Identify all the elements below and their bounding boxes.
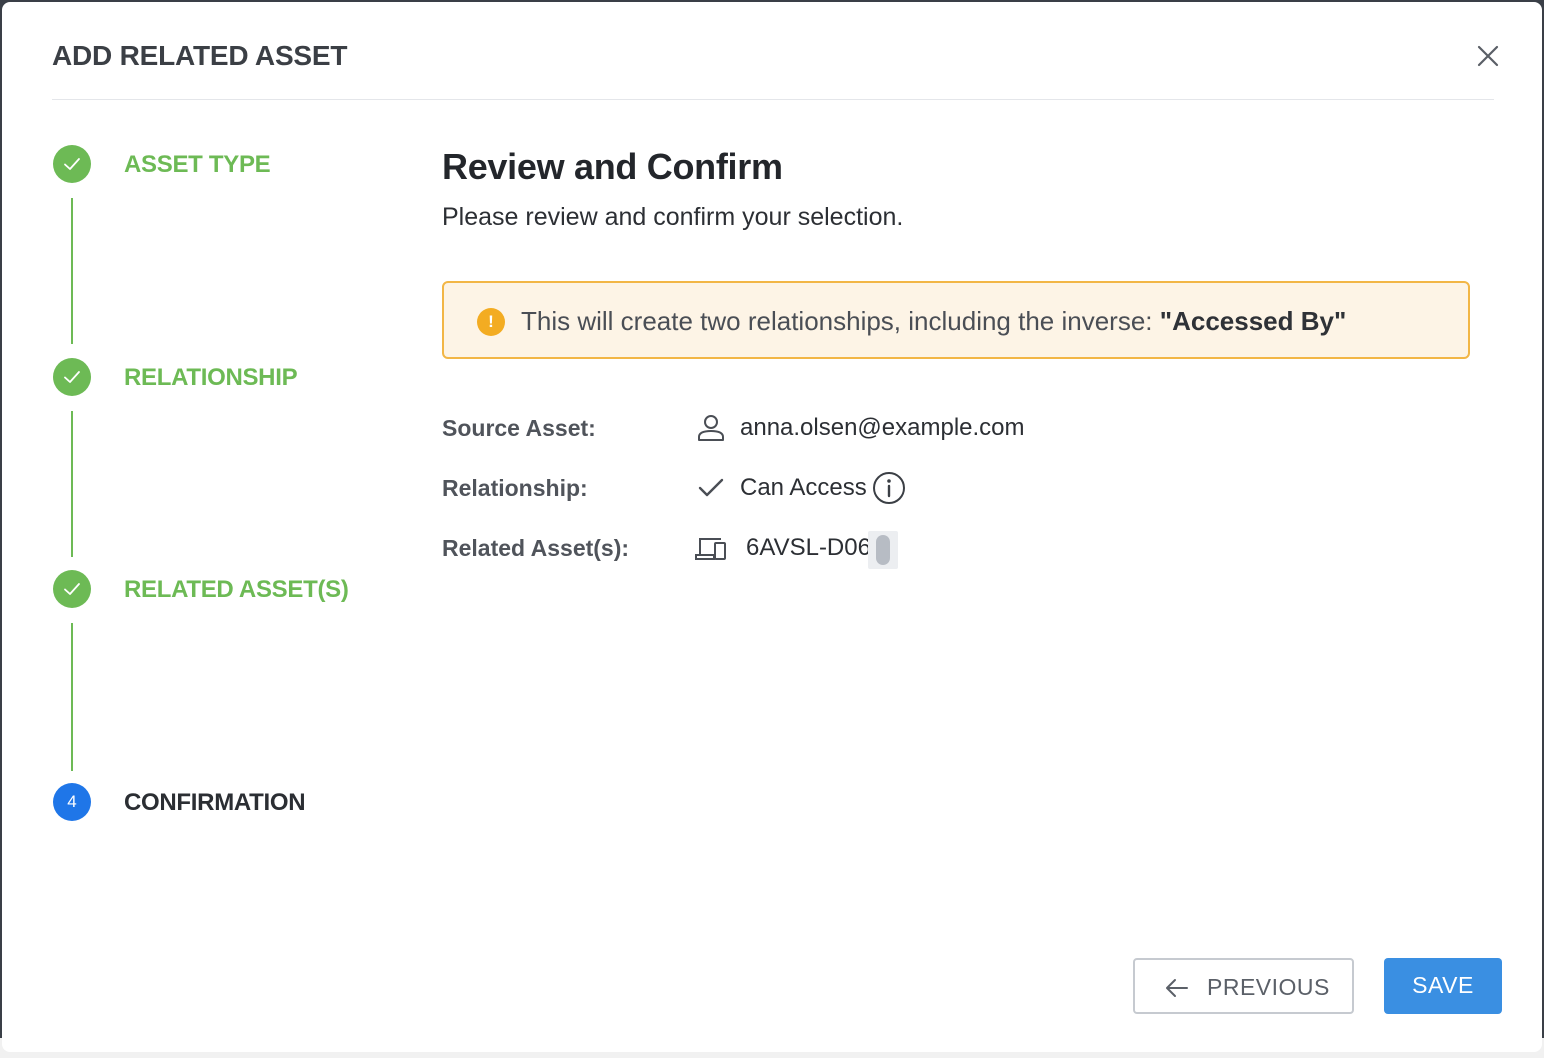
related-assets-row: Related Asset(s): 6AVSL-D06 [442, 529, 1472, 569]
arrow-left-icon [1166, 979, 1188, 997]
step-label: RELATIONSHIP [124, 364, 298, 391]
alert-text: This will create two relationships, incl… [521, 306, 1160, 336]
checkmark-icon [64, 158, 80, 170]
check-icon [698, 478, 724, 497]
user-icon [698, 415, 724, 441]
step-number-badge: 4 [53, 783, 91, 821]
step-connector [71, 411, 73, 557]
relationship-value: Can Access [740, 474, 867, 501]
checkmark-icon [64, 371, 80, 383]
detail-label: Source Asset: [442, 415, 596, 441]
step-complete-icon [53, 570, 91, 608]
wizard-stepper: ASSET TYPE RELATIONSHIP RELATED ASSET(S)… [52, 142, 392, 842]
step-complete-icon [53, 358, 91, 396]
dialog-title: ADD RELATED ASSET [52, 40, 348, 71]
detail-label: Related Asset(s): [442, 535, 630, 561]
source-asset-row: Source Asset: anna.olsen@example.com [442, 409, 1472, 449]
close-icon [1477, 45, 1499, 67]
alert-emphasis: "Accessed By" [1159, 306, 1347, 336]
info-icon[interactable] [872, 471, 906, 505]
detail-label: Relationship: [442, 475, 588, 501]
step-asset-type[interactable]: ASSET TYPE [52, 142, 392, 186]
panel-subtitle: Please review and confirm your selection… [442, 203, 904, 231]
panel-title: Review and Confirm [442, 146, 783, 187]
step-label: CONFIRMATION [124, 789, 306, 816]
alert-message: This will create two relationships, incl… [521, 306, 1346, 337]
related-asset-value: 6AVSL-D06 [746, 534, 871, 561]
step-related-assets[interactable]: RELATED ASSET(S) [52, 567, 392, 611]
dialog-header: ADD RELATED ASSET [52, 2, 1499, 100]
close-button[interactable] [1476, 44, 1500, 68]
save-button[interactable]: SAVE [1384, 958, 1502, 1014]
step-label: ASSET TYPE [124, 151, 271, 178]
step-relationship[interactable]: RELATIONSHIP [52, 355, 392, 399]
add-related-asset-dialog: ADD RELATED ASSET ASSET TYPE RELATIONSHI… [2, 2, 1542, 1052]
inverse-relationship-alert: ! This will create two relationships, in… [442, 281, 1470, 359]
devices-icon [695, 538, 726, 560]
step-complete-icon [53, 145, 91, 183]
scroll-thumb[interactable] [876, 535, 890, 565]
step-confirmation: 4 CONFIRMATION [52, 780, 392, 824]
asset-scroll-handle[interactable] [868, 531, 898, 569]
previous-button[interactable]: PREVIOUS [1133, 958, 1354, 1014]
save-button-label: SAVE [1412, 972, 1474, 998]
relationship-row: Relationship: Can Access [442, 469, 1472, 509]
step-connector [71, 198, 73, 344]
previous-button-label: PREVIOUS [1207, 974, 1330, 1000]
step-connector [71, 623, 73, 771]
source-asset-value: anna.olsen@example.com [740, 414, 1025, 441]
warning-icon: ! [477, 308, 505, 336]
checkmark-icon [64, 583, 80, 595]
step-label: RELATED ASSET(S) [124, 576, 349, 603]
